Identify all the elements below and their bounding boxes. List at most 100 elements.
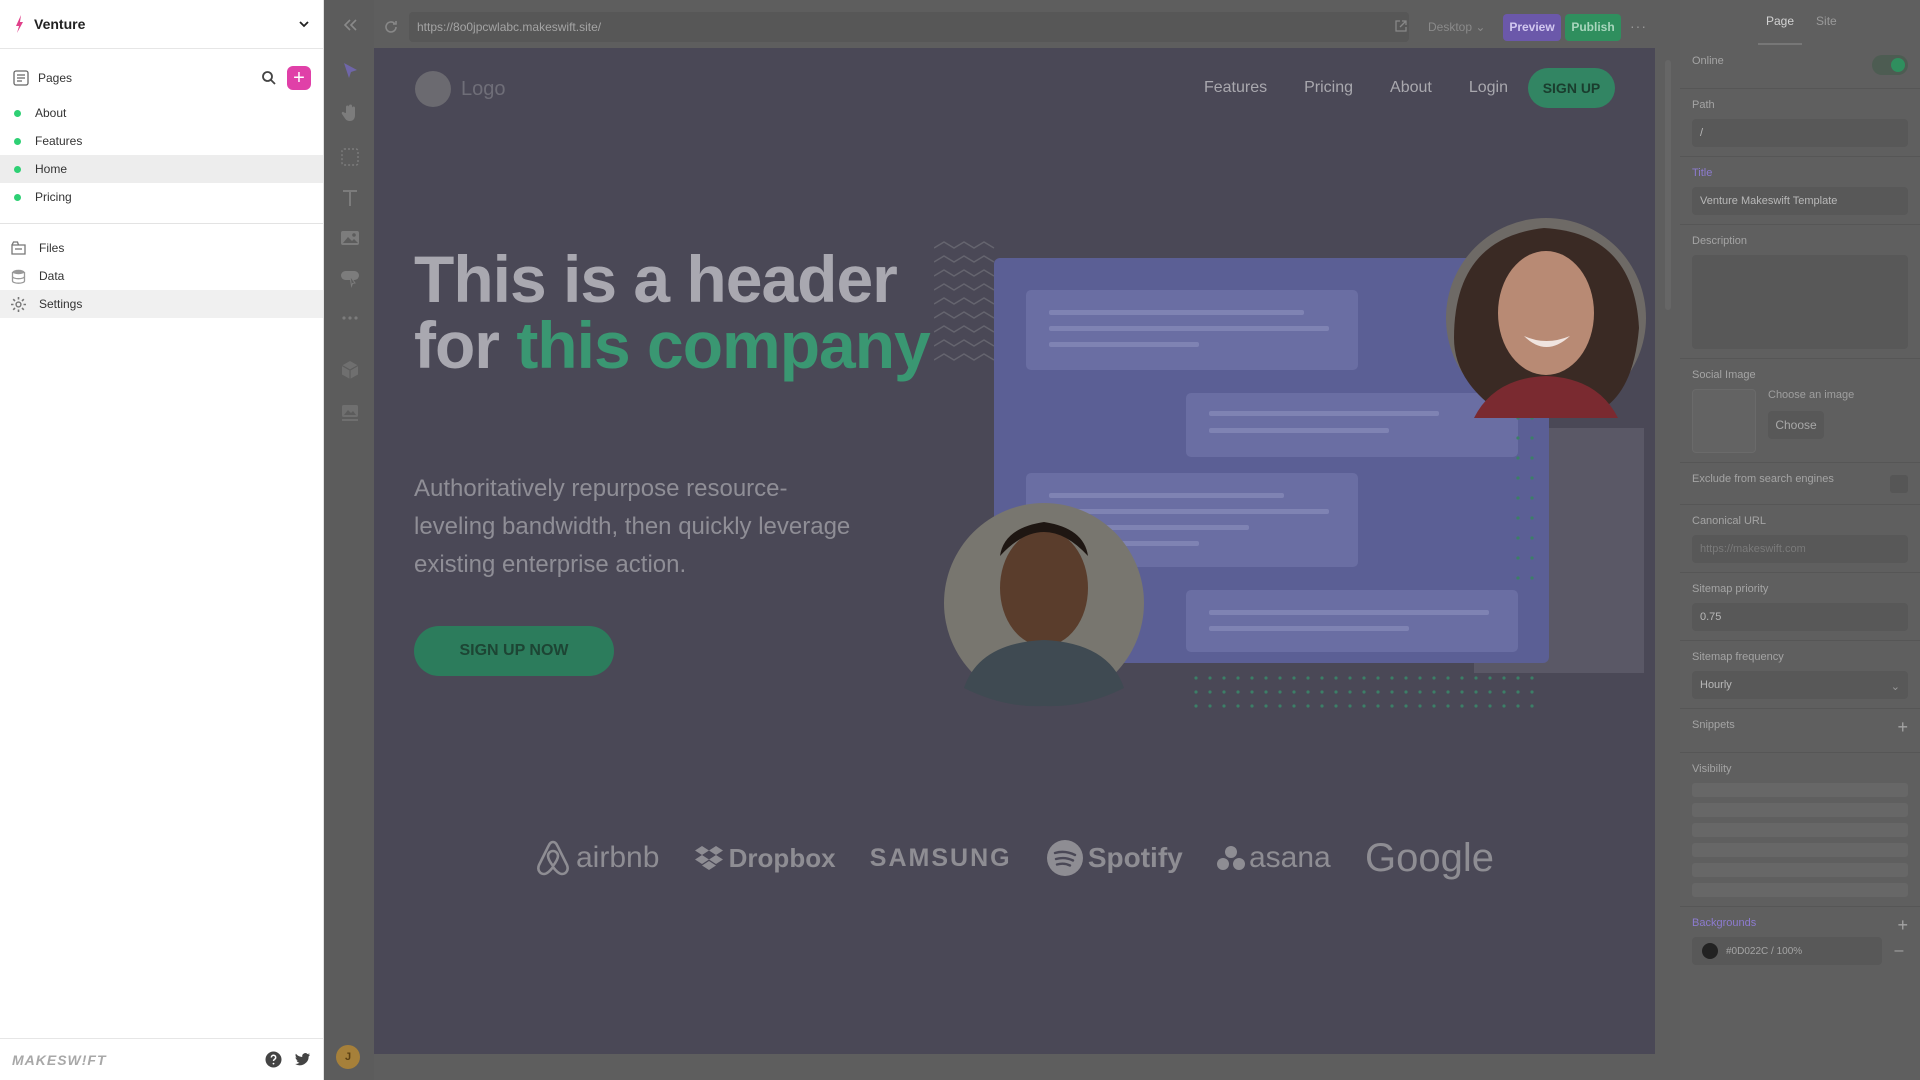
backgrounds-section: Backgrounds + #0D022C / 100% – [1680, 907, 1920, 974]
external-link-icon[interactable] [1394, 19, 1408, 33]
refresh-icon[interactable] [382, 18, 400, 36]
visibility-row[interactable] [1692, 823, 1908, 837]
sidebar-item-settings[interactable]: Settings [0, 290, 323, 318]
choose-image-button[interactable]: Choose [1768, 411, 1824, 439]
device-label: Desktop [1428, 20, 1473, 34]
sidebar-item-data[interactable]: Data [0, 262, 323, 290]
more-options-icon[interactable]: ··· [1630, 18, 1647, 34]
add-snippet-icon[interactable]: + [1897, 717, 1908, 738]
text-tool-icon[interactable] [339, 187, 361, 209]
page-item-features[interactable]: Features [0, 127, 323, 155]
path-label: Path [1692, 99, 1715, 111]
partner-logo-spotify[interactable]: Spotify [1046, 839, 1183, 877]
tab-site[interactable]: Site [1808, 0, 1845, 45]
add-background-icon[interactable]: + [1897, 915, 1908, 936]
social-image-controls: Choose an image Choose [1768, 389, 1854, 439]
social-image-row: Choose an image Choose [1692, 389, 1908, 453]
page-item-pricing[interactable]: Pricing [0, 183, 323, 211]
asana-icon [1216, 846, 1245, 870]
nav-link-login[interactable]: Login [1469, 79, 1508, 97]
add-page-button[interactable]: + [287, 66, 311, 90]
sitemap-frequency-select[interactable]: Hourly [1692, 671, 1908, 699]
tab-page[interactable]: Page [1758, 0, 1803, 45]
canvas-scrollbar[interactable] [1665, 60, 1671, 310]
sitemap-frequency-section: Sitemap frequency Hourly ⌄ [1680, 641, 1920, 709]
collapse-icon[interactable] [339, 14, 361, 36]
twitter-icon[interactable] [294, 1051, 311, 1068]
pages-header: Pages + [0, 57, 323, 99]
device-select[interactable]: Desktop ⌄ [1428, 20, 1485, 34]
snippets-label: Snippets [1692, 719, 1735, 731]
partner-logo-google[interactable]: Google [1365, 836, 1494, 881]
partner-logo-airbnb[interactable]: airbnb [534, 838, 659, 878]
description-textarea[interactable] [1692, 255, 1908, 349]
pages-icon [13, 70, 29, 86]
path-input[interactable]: / [1692, 119, 1908, 147]
image-tool-icon[interactable] [339, 227, 361, 249]
user-avatar[interactable]: J [336, 1045, 360, 1069]
canonical-input[interactable]: https://makeswift.com [1692, 535, 1908, 563]
snippets-section: Snippets + [1680, 709, 1920, 753]
site-nav: Features Pricing About Login SIGN UP [1167, 68, 1615, 108]
hero-illustration[interactable] [934, 218, 1654, 778]
nav-link-about[interactable]: About [1390, 79, 1432, 97]
url-field[interactable]: https://8o0jpcwlabc.makeswift.site/ [409, 12, 1409, 42]
title-input[interactable]: Venture Makeswift Template [1692, 187, 1908, 215]
makeswift-brand: MAKESW!FT [12, 1051, 107, 1068]
hero-heading[interactable]: This is a header for this company [414, 246, 934, 378]
help-icon[interactable] [265, 1051, 282, 1068]
site-logo[interactable]: Logo [415, 71, 506, 107]
visibility-row[interactable] [1692, 883, 1908, 897]
visibility-row[interactable] [1692, 803, 1908, 817]
panel-footer: MAKESW!FT [0, 1038, 323, 1080]
airbnb-icon [537, 840, 569, 876]
page-item-label: Features [35, 134, 83, 148]
button-tool-icon[interactable] [339, 266, 361, 288]
remove-background-icon[interactable]: – [1890, 942, 1908, 960]
gear-icon [11, 296, 26, 312]
hand-tool-icon[interactable] [339, 102, 361, 124]
page-item-label: About [35, 106, 67, 120]
makeswift-logo-icon [16, 15, 23, 33]
preview-button[interactable]: Preview [1503, 14, 1561, 41]
visibility-row[interactable] [1692, 843, 1908, 857]
social-image-hint: Choose an image [1768, 389, 1855, 401]
canonical-section: Canonical URL https://makeswift.com [1680, 505, 1920, 573]
nav-signup-button[interactable]: SIGN UP [1528, 68, 1615, 108]
sidebar-item-files[interactable]: Files [0, 234, 323, 262]
hero-body[interactable]: Authoritatively repurpose resource-level… [414, 470, 854, 584]
nav-link-pricing[interactable]: Pricing [1304, 79, 1353, 97]
partner-name: Spotify [1087, 842, 1183, 873]
backgrounds-label: Backgrounds [1692, 917, 1757, 929]
more-tools-icon[interactable] [339, 307, 361, 329]
visibility-row[interactable] [1692, 863, 1908, 877]
sidebar-item-label: Settings [39, 297, 83, 311]
chevron-down-icon: ⌄ [1890, 681, 1900, 693]
page-item-about[interactable]: About [0, 99, 323, 127]
sitemap-priority-input[interactable]: 0.75 [1692, 603, 1908, 631]
media-icon[interactable] [339, 402, 361, 424]
hero-signup-button[interactable]: SIGN UP NOW [414, 626, 614, 676]
publish-button[interactable]: Publish [1565, 14, 1621, 41]
search-icon[interactable] [261, 70, 277, 86]
social-image-label: Social Image [1692, 369, 1756, 381]
social-image-thumbnail[interactable] [1692, 389, 1756, 453]
select-tool-icon[interactable] [339, 60, 361, 82]
exclude-checkbox[interactable] [1890, 475, 1908, 493]
site-switcher[interactable]: Venture [0, 0, 323, 49]
visibility-row[interactable] [1692, 783, 1908, 797]
status-dot [14, 109, 21, 117]
description-section: Description [1680, 225, 1920, 359]
partner-name: airbnb [576, 841, 660, 874]
box-tool-icon[interactable] [339, 146, 361, 168]
partner-logo-samsung[interactable]: SAMSUNG [870, 844, 1012, 873]
page-item-home[interactable]: Home [0, 155, 323, 183]
background-value: #0D022C / 100% [1726, 945, 1803, 957]
nav-link-features[interactable]: Features [1204, 79, 1267, 97]
online-toggle[interactable] [1872, 55, 1908, 75]
partner-logo-dropbox[interactable]: Dropbox [694, 843, 836, 874]
chevron-down-icon: ⌄ [1475, 20, 1486, 34]
components-icon[interactable] [339, 359, 361, 381]
background-field[interactable]: #0D022C / 100% [1692, 937, 1882, 965]
partner-logo-asana[interactable]: asana [1216, 841, 1331, 875]
